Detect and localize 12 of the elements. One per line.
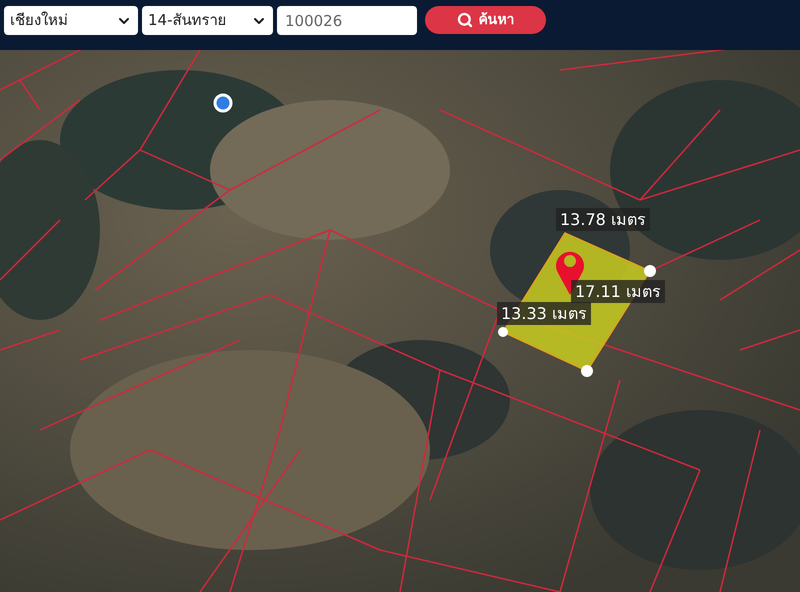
location-dot xyxy=(214,94,232,112)
vertex-handle[interactable] xyxy=(498,327,508,337)
parcel-number-field[interactable]: 100026 xyxy=(277,6,417,35)
vertex-handle[interactable] xyxy=(581,365,593,377)
measurement-label: 17.11 เมตร xyxy=(571,280,665,303)
dropdown-select[interactable]: 14-สันทราย xyxy=(142,6,273,35)
measurement-label: 13.78 เมตร xyxy=(556,208,650,231)
search-button[interactable]: ค้นหา xyxy=(425,6,546,34)
search-icon xyxy=(456,12,472,28)
vertex-handle[interactable] xyxy=(644,265,656,277)
dropdown-select[interactable]: เชียงใหม่ xyxy=(4,6,138,35)
measurement-label: 13.33 เมตร xyxy=(497,302,591,325)
